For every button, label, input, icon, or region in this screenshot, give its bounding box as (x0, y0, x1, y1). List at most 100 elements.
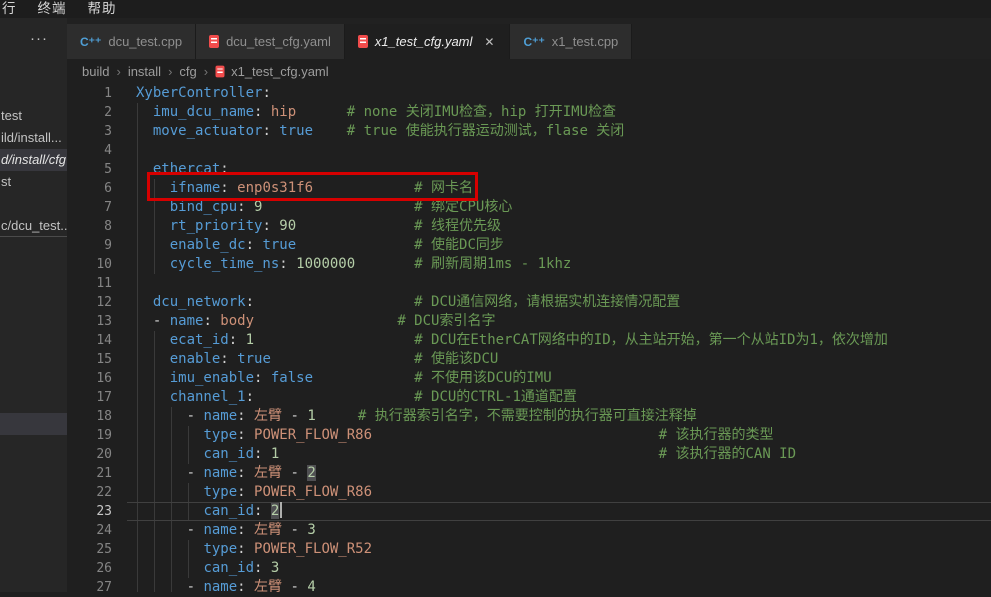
line-number[interactable]: 9 (67, 236, 112, 255)
menu-item[interactable]: 行 (2, 0, 17, 18)
line-number[interactable]: 1 (67, 84, 112, 103)
code-line[interactable]: 17 channel_1: # DCU的CTRL-1通道配置 (67, 388, 991, 407)
menu-item[interactable]: 终端 (38, 0, 67, 18)
code-line[interactable]: 13 - name: body # DCU索引名字 (67, 312, 991, 331)
breadcrumb-file[interactable]: x1_test_cfg.yaml (215, 64, 329, 79)
tab-x1_test.cpp[interactable]: C⁺⁺ x1_test.cpp (510, 24, 632, 59)
line-number[interactable]: 10 (67, 255, 112, 274)
code-line[interactable]: 6 ifname: enp0s31f6 # 网卡名 (67, 179, 991, 198)
code-token: # 绑定CPU核心 (414, 199, 512, 215)
code-token: # DCU通信网络，请根据实机连接情况配置 (414, 294, 680, 310)
code-text: XyberController: (136, 84, 271, 103)
code-line[interactable]: 26 can_id: 3 (67, 559, 991, 578)
code-line[interactable]: 8 rt_priority: 90 # 线程优先级 (67, 217, 991, 236)
breadcrumb-segment[interactable]: cfg (179, 64, 196, 79)
more-actions-icon[interactable]: ··· (30, 30, 48, 47)
code-line[interactable]: 27 - name: 左臂 - 4 (67, 578, 991, 597)
editor[interactable]: 1XyberController:2 imu_dcu_name: hip # n… (67, 84, 991, 592)
code-token (136, 484, 203, 500)
code-line[interactable]: 1 XyberController: (67, 84, 991, 103)
line-number[interactable]: 20 (67, 445, 112, 464)
code-line[interactable]: 12 dcu_network: # DCU通信网络，请根据实机连接情况配置 (67, 293, 991, 312)
breadcrumb-segment[interactable]: build (82, 64, 109, 79)
code-line[interactable]: 9 enable_dc: true # 使能DC同步 (67, 236, 991, 255)
code-line[interactable]: 24 - name: 左臂 - 3 (67, 521, 991, 540)
code-line[interactable]: 14 ecat_id: 1 # DCU在EtherCAT网络中的ID，从主站开始… (67, 331, 991, 350)
line-number[interactable]: 25 (67, 540, 112, 559)
sidebar: ··· testild/install...d/install/cfgst c/d… (0, 18, 67, 592)
line-number[interactable]: 4 (67, 141, 112, 160)
sidebar-item[interactable]: d/install/cfg (0, 149, 67, 171)
code-line[interactable]: 15 enable: true # 使能该DCU (67, 350, 991, 369)
code-token: 2 (271, 503, 279, 519)
line-number[interactable]: 14 (67, 331, 112, 350)
line-number[interactable]: 15 (67, 350, 112, 369)
line-number[interactable]: 21 (67, 464, 112, 483)
code-line[interactable]: 11 (67, 274, 991, 293)
code-line[interactable]: 19 type: POWER_FLOW_R86 # 该执行器的类型 (67, 426, 991, 445)
line-number[interactable]: 11 (67, 274, 112, 293)
code-token: name (203, 579, 237, 595)
tab-dcu_test.cpp[interactable]: C⁺⁺dcu_test.cpp (67, 24, 196, 59)
code-line[interactable]: 21 - name: 左臂 - 2 (67, 464, 991, 483)
code-token: - (136, 408, 203, 424)
line-number[interactable]: 12 (67, 293, 112, 312)
code-line[interactable]: 3 move_actuator: true # true 使能执行器运动测试，f… (67, 122, 991, 141)
code-line[interactable]: 5 ethercat: (67, 160, 991, 179)
sidebar-item[interactable] (0, 413, 67, 435)
line-number[interactable]: 17 (67, 388, 112, 407)
code-line[interactable]: 20 can_id: 1 # 该执行器的CAN ID (67, 445, 991, 464)
code-line[interactable]: 22 type: POWER_FLOW_R86 (67, 483, 991, 502)
line-number[interactable]: 26 (67, 559, 112, 578)
line-number[interactable]: 5 (67, 160, 112, 179)
code-token: # true 使能执行器运动测试，flase 关闭 (347, 123, 625, 139)
line-number[interactable]: 18 (67, 407, 112, 426)
line-number[interactable]: 6 (67, 179, 112, 198)
line-number[interactable]: 16 (67, 369, 112, 388)
code-line[interactable]: 4 (67, 141, 991, 160)
line-number[interactable]: 27 (67, 578, 112, 597)
code-line[interactable]: 23 can_id: 2 (67, 502, 991, 521)
breadcrumb-segment[interactable]: install (128, 64, 161, 79)
line-number[interactable]: 23 (67, 502, 112, 521)
cpp-file-icon: C⁺⁺ (523, 36, 544, 48)
tab-label: x1_test.cpp (552, 34, 619, 49)
code-token: type (203, 484, 237, 500)
sidebar-item[interactable]: ild/install... (0, 127, 67, 149)
line-number[interactable]: 13 (67, 312, 112, 331)
line-number[interactable]: 3 (67, 122, 112, 141)
line-number[interactable]: 24 (67, 521, 112, 540)
sidebar-item[interactable]: test (0, 105, 67, 127)
sidebar-item[interactable]: c/dcu_test... (0, 215, 67, 237)
code-line[interactable]: 10 cycle_time_ns: 1000000 # 刷新周期1ms - 1k… (67, 255, 991, 274)
code-text: imu_dcu_name: hip # none 关闭IMU检查，hip 打开I… (136, 103, 616, 122)
line-number[interactable]: 7 (67, 198, 112, 217)
line-number[interactable]: 19 (67, 426, 112, 445)
close-icon[interactable]: ✕ (482, 35, 496, 49)
code-token: rt_priority (170, 218, 263, 234)
sidebar-item[interactable]: st (0, 171, 67, 193)
tab-x1_test_cfg.yaml[interactable]: x1_test_cfg.yaml✕ (345, 24, 511, 59)
line-number[interactable]: 22 (67, 483, 112, 502)
code-token: # 该执行器的CAN ID (659, 446, 796, 462)
line-number[interactable]: 2 (67, 103, 112, 122)
code-text: - name: 左臂 - 4 (136, 578, 316, 597)
code-token: : (237, 465, 254, 481)
code-token: : (262, 85, 270, 101)
code-line[interactable]: 2 imu_dcu_name: hip # none 关闭IMU检查，hip 打… (67, 103, 991, 122)
code-token: : (203, 313, 220, 329)
code-line[interactable]: 7 bind_cpu: 9 # 绑定CPU核心 (67, 198, 991, 217)
line-number[interactable]: 8 (67, 217, 112, 236)
code-token (313, 370, 414, 386)
tab-dcu_test_cfg.yaml[interactable]: dcu_test_cfg.yaml (196, 24, 345, 59)
code-line[interactable]: 18 - name: 左臂 - 1 # 执行器索引名字，不需要控制的执行器可直接… (67, 407, 991, 426)
code-text: ethercat: (136, 160, 229, 179)
code-token: 90 (279, 218, 296, 234)
code-token: enp0s31f6 (237, 180, 313, 196)
menu-bar: 行 终端 帮助 (0, 0, 991, 18)
code-token: - (136, 579, 203, 595)
code-line[interactable]: 25 type: POWER_FLOW_R52 (67, 540, 991, 559)
breadcrumb: build›install›cfg›x1_test_cfg.yaml (67, 59, 991, 84)
menu-item[interactable]: 帮助 (88, 0, 117, 18)
code-line[interactable]: 16 imu_enable: false # 不使用该DCU的IMU (67, 369, 991, 388)
